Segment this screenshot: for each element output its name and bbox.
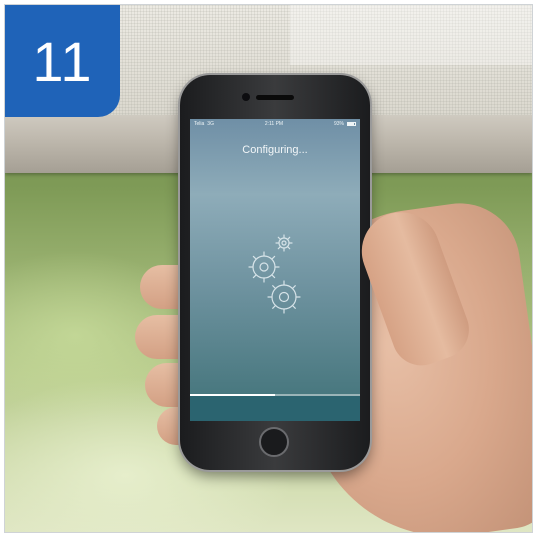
battery-icon bbox=[346, 122, 356, 126]
configuring-title: Configuring... bbox=[242, 144, 308, 156]
smartphone: Telia 3G 2:11 PM 93% Configuring... bbox=[180, 75, 370, 470]
step-number-badge: 11 bbox=[5, 5, 120, 117]
carrier-label: Telia bbox=[194, 121, 205, 127]
phone-display: Telia 3G 2:11 PM 93% Configuring... bbox=[190, 119, 360, 421]
mesh-highlight bbox=[290, 5, 532, 65]
gear-large-icon bbox=[267, 280, 301, 314]
photo-frame: Telia 3G 2:11 PM 93% Configuring... 11 bbox=[4, 4, 533, 533]
bottom-panel bbox=[190, 396, 360, 421]
gear-small-icon bbox=[275, 234, 293, 252]
earpiece-speaker bbox=[256, 95, 294, 100]
status-bar: Telia 3G 2:11 PM 93% bbox=[190, 119, 360, 129]
network-label: 3G bbox=[207, 121, 214, 127]
home-button[interactable] bbox=[259, 427, 289, 457]
front-camera bbox=[242, 93, 250, 101]
gear-medium-icon bbox=[248, 251, 280, 283]
status-time: 2:11 PM bbox=[264, 121, 284, 127]
step-number: 11 bbox=[32, 29, 93, 93]
battery-label: 93% bbox=[333, 121, 344, 127]
gears-icon bbox=[248, 234, 301, 314]
